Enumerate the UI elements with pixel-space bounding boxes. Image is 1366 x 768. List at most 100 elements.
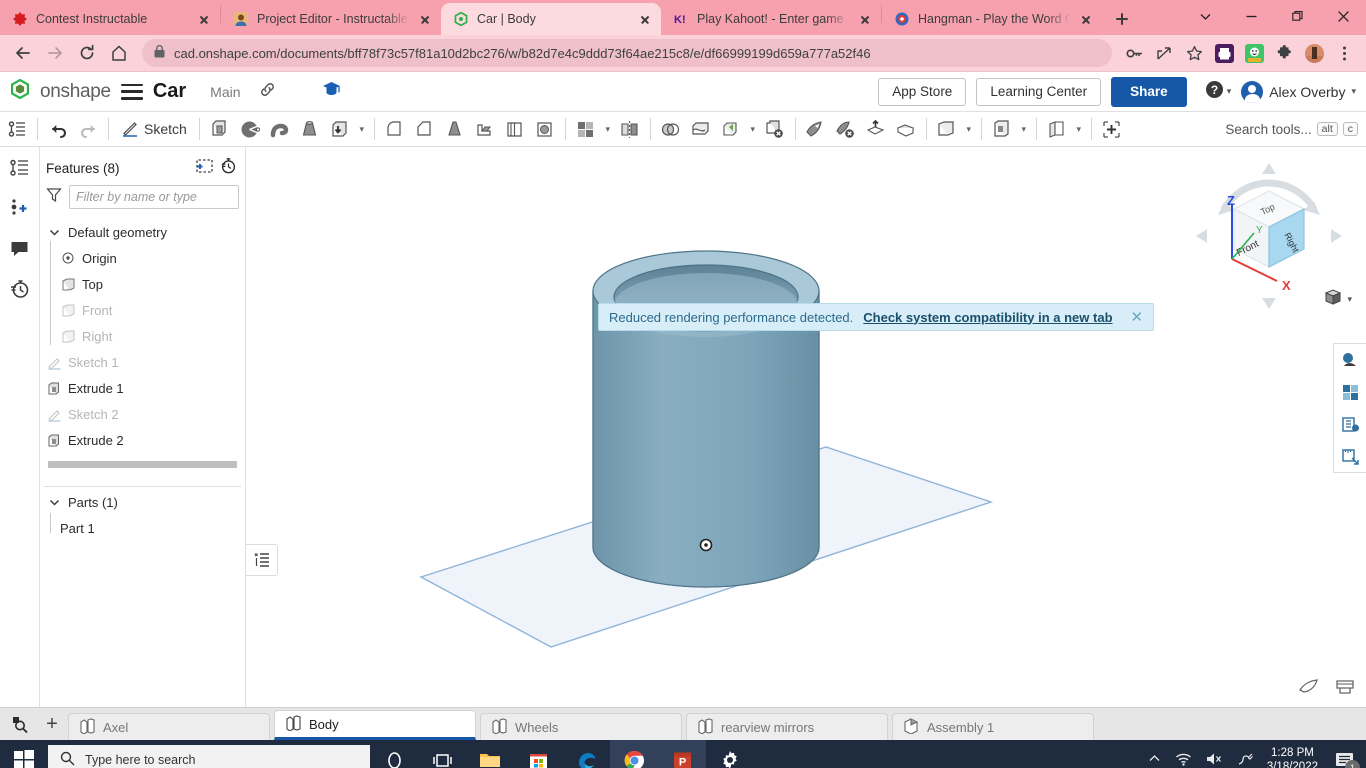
user-menu[interactable]: Alex Overby ▾: [1241, 81, 1356, 103]
chevron-down-icon[interactable]: [46, 494, 62, 510]
appearance-icon[interactable]: [1334, 344, 1366, 376]
close-icon[interactable]: [417, 11, 433, 27]
browser-tab[interactable]: Project Editor - Instructables: [221, 3, 441, 35]
rib-icon[interactable]: [470, 114, 500, 144]
chrome-icon[interactable]: [610, 740, 658, 768]
cad-model[interactable]: [246, 147, 1326, 707]
cortana-icon[interactable]: [370, 740, 418, 768]
split-icon[interactable]: [686, 114, 716, 144]
address-bar[interactable]: cad.onshape.com/documents/bff78f73c57f81…: [142, 39, 1112, 67]
chamfer-icon[interactable]: [410, 114, 440, 144]
graphics-viewport[interactable]: Reduced rendering performance detected. …: [246, 147, 1366, 707]
shell-icon[interactable]: [500, 114, 530, 144]
close-icon[interactable]: [857, 11, 873, 27]
import-icon[interactable]: [861, 114, 891, 144]
chevron-down-icon[interactable]: ▾: [1347, 294, 1352, 305]
insert-feature-icon[interactable]: [7, 195, 33, 221]
enclose-icon[interactable]: [891, 114, 921, 144]
new-tab-button[interactable]: [1108, 5, 1136, 33]
reload-icon[interactable]: [72, 38, 102, 68]
document-tab-wheels[interactable]: Wheels: [480, 713, 682, 740]
volume-muted-icon[interactable]: [1206, 752, 1223, 768]
close-icon[interactable]: ✕: [1131, 308, 1144, 326]
view-cube[interactable]: Top Front Right Z X Y: [1194, 161, 1344, 311]
browser-tab[interactable]: Contest Instructable: [0, 3, 220, 35]
link-icon[interactable]: [259, 81, 276, 103]
edge-icon[interactable]: [562, 740, 610, 768]
extrude-icon[interactable]: [205, 114, 235, 144]
restore-icon[interactable]: [1274, 0, 1320, 32]
fillet-icon[interactable]: [380, 114, 410, 144]
onshape-logo-icon[interactable]: [10, 79, 30, 104]
search-tab-icon[interactable]: [4, 708, 36, 740]
delete-part-icon[interactable]: [760, 114, 790, 144]
hole-icon[interactable]: [530, 114, 560, 144]
banner-link[interactable]: Check system compatibility in a new tab: [863, 310, 1112, 325]
chevron-down-icon[interactable]: ▾: [601, 114, 615, 144]
menu-hamburger-icon[interactable]: [121, 84, 143, 100]
document-tab-body[interactable]: Body: [274, 710, 476, 740]
task-view-icon[interactable]: [418, 740, 466, 768]
revolve-icon[interactable]: [235, 114, 265, 144]
forward-icon[interactable]: [40, 38, 70, 68]
microsoft-store-icon[interactable]: [514, 740, 562, 768]
redo-icon[interactable]: [73, 114, 103, 144]
derived-icon[interactable]: [987, 114, 1017, 144]
browser-tab-active[interactable]: Car | Body: [441, 3, 661, 35]
draft-icon[interactable]: [440, 114, 470, 144]
share-icon[interactable]: [1150, 39, 1178, 67]
file-explorer-icon[interactable]: [466, 740, 514, 768]
feature-list-icon[interactable]: [7, 155, 33, 181]
comments-icon[interactable]: [7, 235, 33, 261]
home-icon[interactable]: [104, 38, 134, 68]
tree-item-right[interactable]: Right: [44, 323, 245, 349]
plane-icon[interactable]: [932, 114, 962, 144]
pen-icon[interactable]: [1237, 751, 1253, 768]
filter-input[interactable]: Filter by name or type: [69, 185, 239, 209]
wifi-icon[interactable]: [1175, 752, 1192, 768]
undo-icon[interactable]: [43, 114, 73, 144]
assembly-mate-icon[interactable]: [1097, 114, 1127, 144]
minimize-icon[interactable]: [1228, 0, 1274, 32]
workspace-name[interactable]: Main: [210, 84, 240, 100]
boolean-icon[interactable]: [656, 114, 686, 144]
app-store-button[interactable]: App Store: [878, 78, 966, 106]
feature-list-icon[interactable]: [2, 114, 32, 144]
display-state-icon[interactable]: [1334, 408, 1366, 440]
chrome-menu-icon[interactable]: [1330, 39, 1358, 67]
document-tab-rearview-mirrors[interactable]: rearview mirrors: [686, 713, 888, 740]
chevron-down-icon[interactable]: ▾: [1227, 86, 1232, 97]
sweep-icon[interactable]: [265, 114, 295, 144]
variable-icon[interactable]: [1042, 114, 1072, 144]
back-icon[interactable]: [8, 38, 38, 68]
help-menu[interactable]: ? ▾: [1205, 80, 1232, 104]
chevron-down-icon[interactable]: ▾: [1351, 86, 1356, 97]
close-icon[interactable]: [1320, 0, 1366, 32]
taskbar-clock[interactable]: 1:28 PM 3/18/2022: [1267, 746, 1318, 768]
notification-center-icon[interactable]: 1: [1332, 747, 1358, 768]
help-icon[interactable]: ?: [1205, 80, 1224, 104]
render-icon[interactable]: [1299, 678, 1318, 699]
settings-icon[interactable]: [706, 740, 754, 768]
extensions-puzzle-icon[interactable]: [1270, 39, 1298, 67]
browser-tab[interactable]: K! Play Kahoot! - Enter game PI: [661, 3, 881, 35]
graduation-cap-icon[interactable]: [322, 81, 341, 102]
move-face-icon[interactable]: [801, 114, 831, 144]
bookmark-star-icon[interactable]: [1180, 39, 1208, 67]
chevron-down-icon[interactable]: ▾: [1072, 114, 1086, 144]
tree-item-extrude-1[interactable]: Extrude 1: [44, 375, 245, 401]
mirror-icon[interactable]: [615, 114, 645, 144]
document-tab-assembly-1[interactable]: Assembly 1: [892, 713, 1094, 740]
sketch-button[interactable]: Sketch: [114, 115, 194, 143]
chevron-down-icon[interactable]: ▾: [1017, 114, 1031, 144]
print-extension-icon[interactable]: [1210, 39, 1238, 67]
taskbar-search[interactable]: Type here to search: [48, 745, 370, 768]
delete-face-icon[interactable]: [831, 114, 861, 144]
chevron-down-icon[interactable]: ▾: [746, 114, 760, 144]
print-3d-icon[interactable]: [1336, 678, 1354, 699]
start-button[interactable]: [0, 740, 48, 768]
loft-icon[interactable]: [295, 114, 325, 144]
close-icon[interactable]: [1078, 11, 1094, 27]
tree-item-front[interactable]: Front: [44, 297, 245, 323]
feature-list-toggle-icon[interactable]: [246, 544, 278, 576]
